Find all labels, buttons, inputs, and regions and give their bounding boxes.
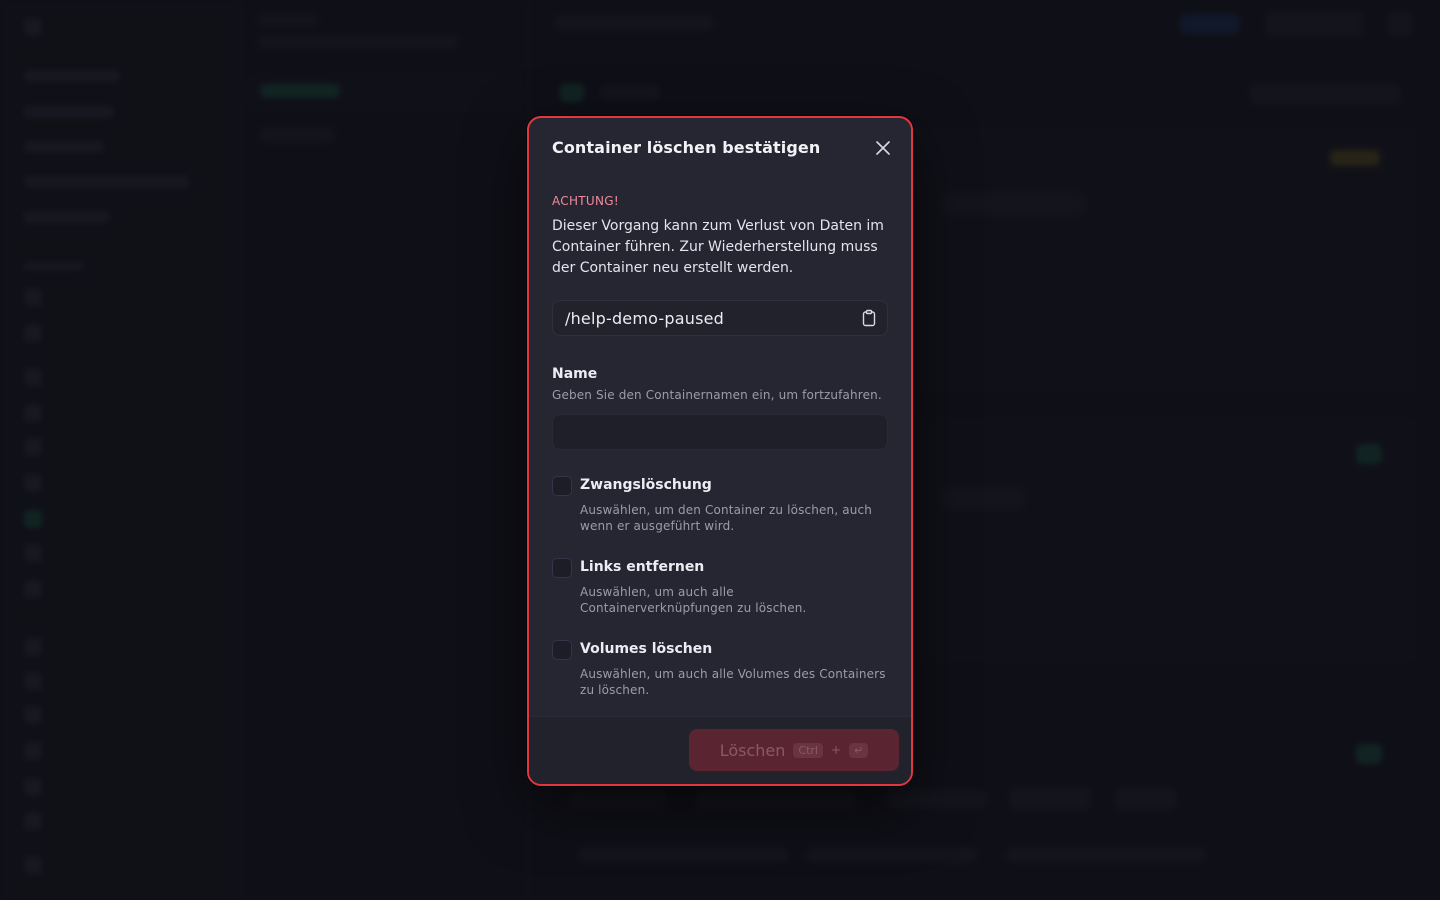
option-description: Auswählen, um auch alle Containerverknüp… <box>580 585 807 615</box>
dialog-body: ACHTUNG! Dieser Vorgang kann zum Verlust… <box>552 194 890 698</box>
option-label: Volumes löschen <box>580 641 713 657</box>
delete-container-dialog: Container löschen bestätigen ACHTUNG! Di… <box>527 116 913 786</box>
option-description: Auswählen, um den Container zu löschen, … <box>580 503 873 533</box>
container-path-field: /help-demo-paused <box>552 300 888 336</box>
container-path: /help-demo-paused <box>565 309 725 328</box>
option-label: Links entfernen <box>580 559 705 575</box>
shortcut-key-ctrl: Ctrl <box>793 742 823 758</box>
close-icon <box>876 141 890 155</box>
option-remove-links: Links entfernen Auswählen, um auch alle … <box>552 558 890 616</box>
clipboard-icon <box>862 309 876 327</box>
delete-button[interactable]: Löschen Ctrl + ↵ <box>689 729 899 771</box>
close-button[interactable] <box>871 136 895 160</box>
container-name-input[interactable] <box>552 414 888 450</box>
name-hint: Geben Sie den Containernamen ein, um for… <box>552 388 882 402</box>
shortcut-plus: + <box>830 743 842 757</box>
dialog-title: Container löschen bestätigen <box>552 138 821 157</box>
option-force-delete: Zwangslöschung Auswählen, um den Contain… <box>552 476 890 534</box>
option-delete-volumes: Volumes löschen Auswählen, um auch alle … <box>552 640 890 698</box>
option-description: Auswählen, um auch alle Volumes des Cont… <box>580 667 886 697</box>
enter-key-icon: ↵ <box>849 742 869 758</box>
force-delete-checkbox[interactable] <box>552 476 572 496</box>
name-label: Name <box>552 366 598 382</box>
remove-links-checkbox[interactable] <box>552 558 572 578</box>
delete-volumes-checkbox[interactable] <box>552 640 572 660</box>
option-label: Zwangslöschung <box>580 477 712 493</box>
dialog-header: Container löschen bestätigen <box>529 118 911 178</box>
delete-button-label: Löschen <box>719 740 786 760</box>
copy-path-button[interactable] <box>859 308 879 328</box>
warning-text: Dieser Vorgang kann zum Verlust von Date… <box>552 218 884 276</box>
dialog-footer: Löschen Ctrl + ↵ <box>529 716 911 784</box>
warning-title: ACHTUNG! <box>552 194 619 208</box>
